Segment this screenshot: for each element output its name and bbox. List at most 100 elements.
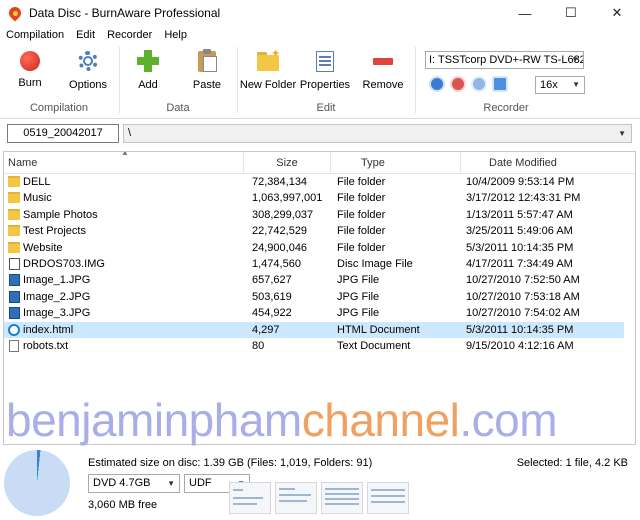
file-date-modified: 5/3/2011 10:14:35 PM	[466, 241, 574, 254]
file-row[interactable]: Image_2.JPG 503,619 JPG File 10/27/2010 7:5…	[4, 289, 624, 305]
refresh-drive-icon[interactable]	[492, 76, 508, 92]
remove-icon	[371, 49, 395, 73]
minimize-button[interactable]: —	[502, 0, 548, 26]
paste-button[interactable]: Paste	[177, 49, 237, 91]
path-bar: 0519_20042017 \ ▼	[0, 123, 640, 145]
file-type: File folder	[337, 208, 386, 221]
burn-button[interactable]: Burn	[0, 49, 60, 89]
write-speed-select[interactable]: 16x ▼	[535, 76, 585, 94]
options-button[interactable]: Options	[58, 49, 118, 91]
file-type: File folder	[337, 241, 386, 254]
title-bar: Data Disc - BurnAware Professional — ☐ ✕	[0, 0, 640, 26]
file-size: 657,627	[252, 274, 292, 287]
file-row[interactable]: robots.txt 80 Text Document 9/15/2010 4:12:…	[4, 338, 624, 354]
disc-type-select[interactable]: DVD 4.7GB ▼	[88, 474, 180, 493]
gear-icon	[76, 49, 100, 73]
file-row[interactable]: DELL 72,384,134 File folder 10/4/2009 9:53:…	[4, 174, 624, 190]
column-date-modified[interactable]: Date Modified	[461, 152, 621, 174]
erase-disc-icon[interactable]	[450, 76, 466, 92]
group-edit: ✦ New Folder Properties Remove Edit	[238, 45, 414, 117]
file-row[interactable]: Website 24,900,046 File folder 5/3/2011 10:…	[4, 240, 624, 256]
file-row[interactable]: Image_1.JPG 657,627 JPG File 10/27/2010 7:5…	[4, 272, 624, 288]
burn-label: Burn	[18, 77, 42, 89]
group-label-edit: Edit	[316, 102, 336, 114]
image-file-icon	[9, 274, 20, 287]
file-row[interactable]: Image_3.JPG 454,922 JPG File 10/27/2010 7:5…	[4, 305, 624, 321]
menu-help[interactable]: Help	[158, 29, 193, 41]
chevron-down-icon: ▼	[572, 80, 580, 89]
remove-button[interactable]: Remove	[353, 49, 413, 91]
browser-icon	[8, 323, 20, 336]
view-small-icons[interactable]	[275, 482, 317, 514]
burnaware-app-icon	[6, 4, 24, 22]
folder-icon	[8, 208, 20, 220]
new-folder-button[interactable]: ✦ New Folder	[238, 48, 298, 91]
view-details[interactable]	[321, 482, 363, 514]
disc-type-value: DVD 4.7GB	[93, 477, 151, 489]
clipboard-icon	[195, 49, 219, 73]
file-size: 503,619	[252, 290, 292, 303]
file-date-modified: 10/27/2010 7:53:18 AM	[466, 290, 580, 303]
status-panel: Estimated size on disc: 1.39 GB (Files: …	[0, 446, 640, 520]
menu-bar: Compilation Edit Recorder Help	[0, 26, 640, 43]
group-label-compilation: Compilation	[29, 102, 89, 114]
file-date-modified: 3/25/2011 5:49:06 AM	[466, 225, 573, 238]
file-size: 24,900,046	[252, 241, 308, 254]
file-size: 22,742,529	[252, 225, 308, 238]
file-row[interactable]: DRDOS703.IMG 1,474,560 Disc Image File 4/17…	[4, 256, 624, 272]
path-dropdown[interactable]: \ ▼	[123, 124, 632, 143]
column-name[interactable]: Name	[4, 152, 244, 174]
chevron-down-icon: ▼	[571, 55, 579, 64]
file-name: DELL	[23, 176, 51, 188]
file-size: 1,474,560	[252, 258, 301, 270]
image-file-icon	[9, 307, 20, 320]
close-button[interactable]: ✕	[594, 0, 640, 26]
file-name: Image_2.JPG	[23, 290, 91, 303]
file-size: 308,299,037	[252, 208, 314, 221]
file-name: Test Projects	[23, 225, 86, 238]
column-type[interactable]: Type	[331, 152, 461, 174]
window-title: Data Disc - BurnAware Professional	[29, 6, 221, 20]
add-button[interactable]: Add	[118, 49, 178, 91]
file-row[interactable]: Music 1,063,997,001 File folder 3/17/2012 1…	[4, 190, 624, 206]
watermark: benjaminphamchannel.com	[6, 393, 558, 447]
watermark-part3: .com	[459, 394, 558, 446]
properties-label: Properties	[299, 79, 351, 91]
menu-compilation[interactable]: Compilation	[0, 29, 70, 41]
file-row[interactable]: Test Projects 22,742,529 File folder 3/25/2…	[4, 223, 624, 239]
text-file-icon	[9, 340, 19, 352]
group-compilation: Burn Options Compilation	[0, 45, 118, 117]
burn-icon	[20, 51, 40, 71]
menu-edit[interactable]: Edit	[70, 29, 101, 41]
file-type: File folder	[337, 176, 386, 188]
file-name: robots.txt	[23, 340, 69, 352]
menu-recorder[interactable]: Recorder	[101, 29, 158, 41]
disc-info-icon[interactable]	[429, 76, 445, 92]
paste-label: Paste	[192, 79, 222, 91]
recorder-drive-select[interactable]: I: TSSTcorp DVD+-RW TS-L632 ▼	[425, 51, 584, 69]
file-date-modified: 10/27/2010 7:54:02 AM	[466, 307, 580, 320]
view-large-icons[interactable]	[229, 482, 271, 514]
maximize-button[interactable]: ☐	[548, 0, 594, 26]
file-row[interactable]: index.html 4,297 HTML Document 5/3/2011 10:…	[4, 321, 624, 338]
file-name: Image_1.JPG	[23, 274, 91, 287]
file-type: Text Document	[337, 340, 411, 352]
selection-info-text: Selected: 1 file, 4.2 KB	[516, 457, 628, 469]
folder-icon	[8, 225, 20, 237]
file-date-modified: 9/15/2010 4:12:16 AM	[466, 340, 574, 352]
column-size[interactable]: Size	[244, 152, 331, 174]
disc-label-input[interactable]: 0519_20042017	[7, 124, 119, 143]
file-row[interactable]: Sample Photos 308,299,037 File folder 1/13/…	[4, 207, 624, 223]
file-name: Sample Photos	[23, 208, 98, 221]
file-size: 72,384,134	[252, 176, 308, 188]
view-list[interactable]	[367, 482, 409, 514]
file-date-modified: 3/17/2012 12:43:31 PM	[466, 192, 581, 205]
file-name: index.html	[23, 323, 74, 336]
new-folder-icon: ✦	[256, 48, 280, 73]
file-type: File folder	[337, 225, 386, 238]
properties-button[interactable]: Properties	[295, 49, 355, 91]
file-date-modified: 10/4/2009 9:53:14 PM	[466, 176, 575, 188]
add-label: Add	[138, 79, 158, 91]
eject-disc-icon[interactable]	[471, 76, 487, 92]
file-type: File folder	[337, 192, 386, 205]
